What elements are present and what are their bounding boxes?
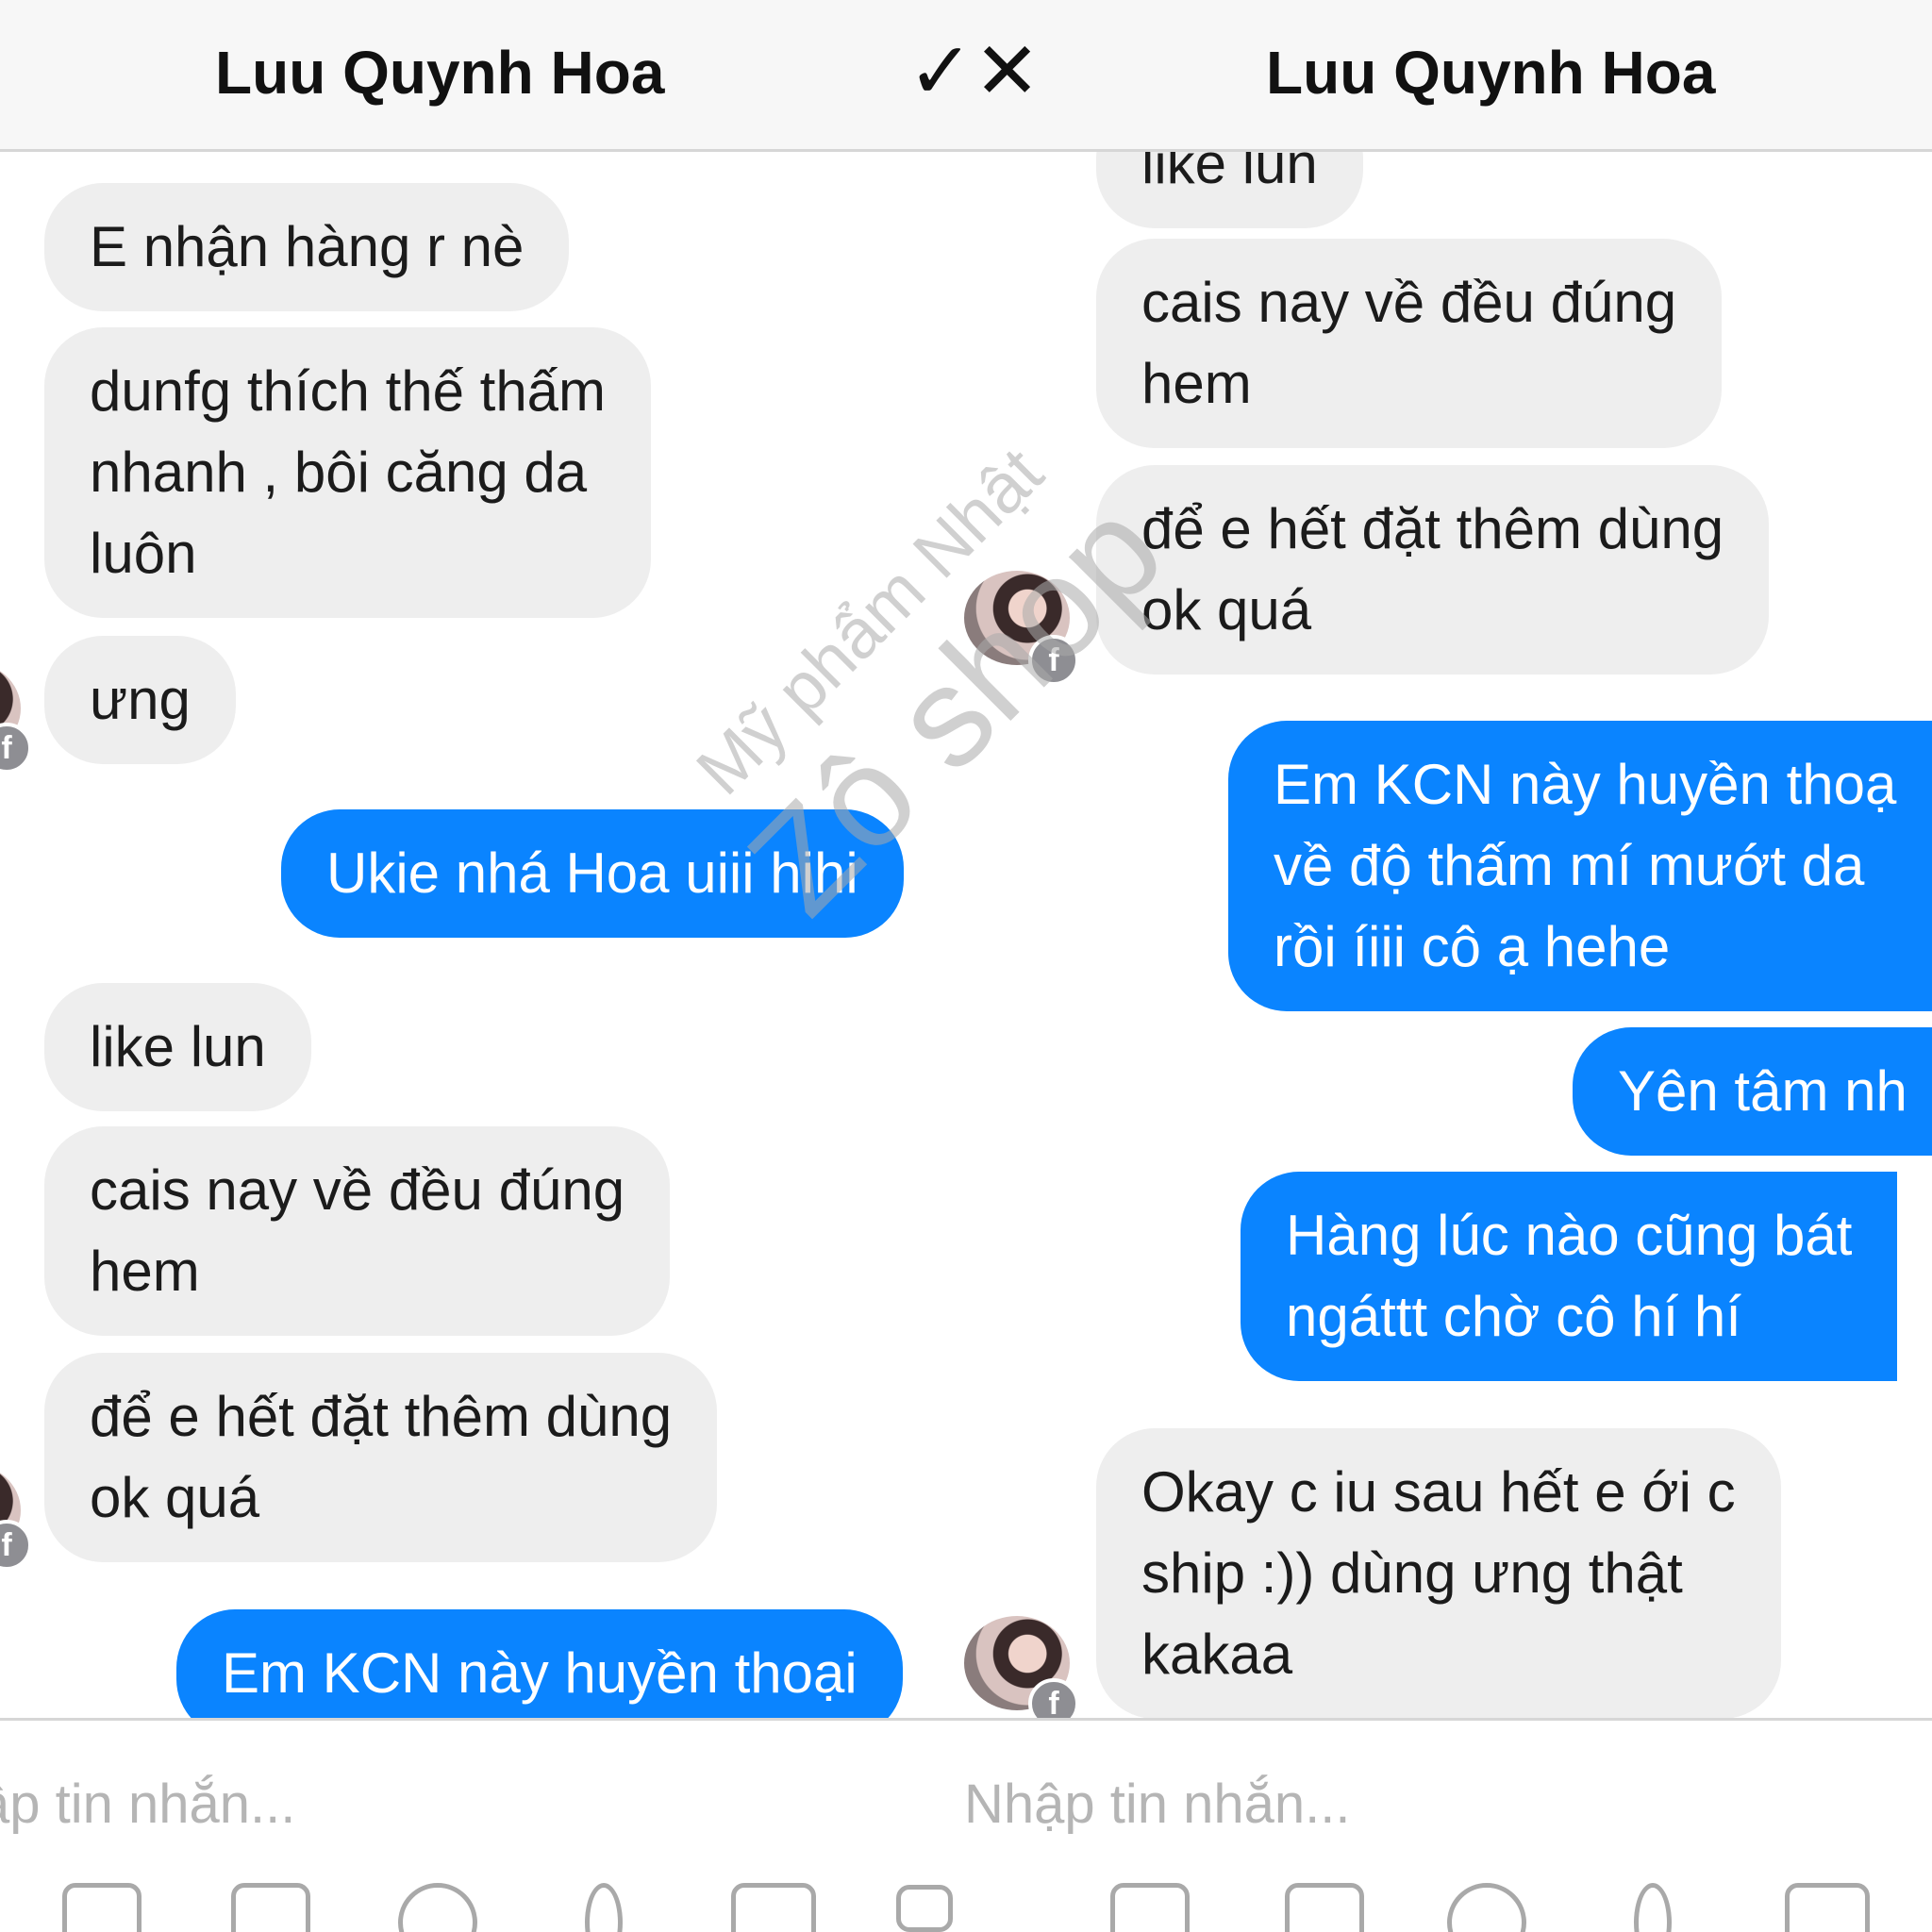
check-cross-icon: ✓✕: [908, 26, 1041, 115]
outgoing-message[interactable]: Em KCN này huyền thoại: [176, 1609, 903, 1718]
gallery-icon[interactable]: [231, 1883, 310, 1932]
outgoing-message[interactable]: Yên tâm nh: [1573, 1027, 1932, 1156]
camera-icon[interactable]: [62, 1883, 142, 1932]
incoming-message[interactable]: E nhận hàng r nè: [44, 183, 570, 311]
composer-bar: ập tin nhắn...: [0, 1718, 964, 1932]
facebook-badge-icon: f: [1028, 635, 1079, 686]
message-list[interactable]: E nhận hàng r nè dunfg thích thế thấm nh…: [0, 152, 964, 1718]
incoming-message[interactable]: dunfg thích thế thấm nhanh , bôi căng da…: [44, 327, 652, 618]
contact-name[interactable]: Luu Quynh Hoa: [1266, 38, 1715, 108]
incoming-message[interactable]: Okay c iu sau hết e ới c ship :)) dùng ư…: [1096, 1428, 1781, 1718]
microphone-icon[interactable]: [585, 1883, 623, 1932]
message-list[interactable]: like lun cais nay về đều đúng hem để e h…: [964, 152, 1932, 1718]
right-chat-screenshot: Luu Quynh Hoa like lun cais nay về đều đ…: [964, 0, 1932, 1932]
incoming-message[interactable]: để e hết đặt thêm dùng ok quá: [44, 1353, 718, 1562]
incoming-message[interactable]: like lun: [1096, 152, 1363, 228]
like-icon[interactable]: [896, 1885, 953, 1932]
incoming-message[interactable]: ưng: [44, 636, 236, 764]
contact-name[interactable]: Luu Quynh Hoa: [215, 38, 664, 108]
outgoing-message[interactable]: Hàng lúc nào cũng bát ngáttt chờ cô hí h…: [1241, 1172, 1898, 1381]
message-input[interactable]: Nhập tin nhắn...: [964, 1773, 1351, 1836]
outgoing-message[interactable]: Em KCN này huyền thoạ về độ thấm mí mướt…: [1228, 721, 1932, 1011]
chat-header: Luu Quynh Hoa: [0, 0, 964, 152]
emoji-icon[interactable]: [1447, 1883, 1526, 1932]
incoming-message[interactable]: cais nay về đều đúng hem: [1096, 239, 1723, 448]
facebook-badge-icon: f: [0, 723, 32, 774]
more-icon[interactable]: [1785, 1883, 1870, 1932]
more-icon[interactable]: [731, 1883, 816, 1932]
incoming-message[interactable]: để e hết đặt thêm dùng ok quá: [1096, 465, 1770, 675]
incoming-message[interactable]: cais nay về đều đúng hem: [44, 1126, 671, 1336]
emoji-icon[interactable]: [398, 1883, 477, 1932]
composer-bar: Nhập tin nhắn...: [964, 1718, 1932, 1932]
gallery-icon[interactable]: [1285, 1883, 1364, 1932]
camera-icon[interactable]: [1110, 1883, 1190, 1932]
facebook-badge-icon: f: [0, 1520, 32, 1571]
facebook-badge-icon: f: [1028, 1678, 1079, 1718]
message-input[interactable]: ập tin nhắn...: [0, 1773, 295, 1836]
microphone-icon[interactable]: [1634, 1883, 1672, 1932]
outgoing-message[interactable]: Ukie nhá Hoa uiii hihi: [281, 809, 904, 938]
chat-header: Luu Quynh Hoa: [964, 0, 1932, 152]
left-chat-screenshot: Luu Quynh Hoa E nhận hàng r nè dunfg thí…: [0, 0, 964, 1932]
incoming-message[interactable]: like lun: [44, 983, 311, 1111]
